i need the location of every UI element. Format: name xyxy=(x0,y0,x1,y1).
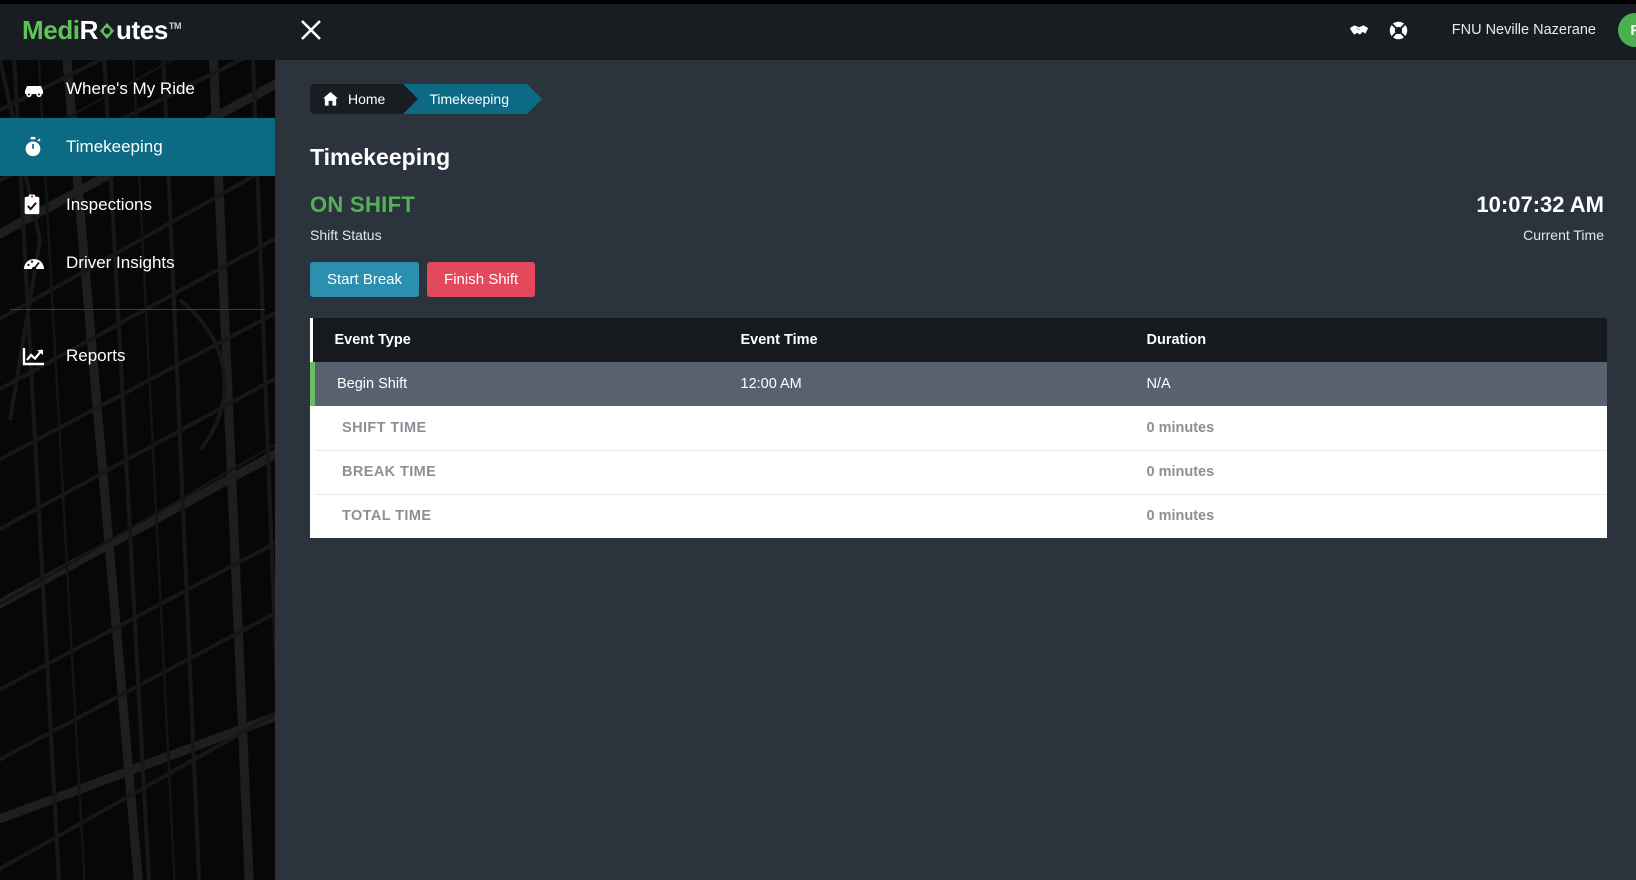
brand-text: MediR utesTM xyxy=(22,14,182,46)
breadcrumb-home-label: Home xyxy=(348,91,386,107)
column-header-event-time: Event Time xyxy=(740,318,1147,362)
sidebar-item-label: Reports xyxy=(66,346,126,365)
table-row: TOTAL TIME 0 minutes xyxy=(312,493,1607,538)
cell-summary-time xyxy=(741,406,1147,450)
gauge-icon xyxy=(22,252,56,274)
breadcrumb-item-home[interactable]: Home xyxy=(310,84,419,114)
cell-summary-label: TOTAL TIME xyxy=(312,493,741,538)
home-icon xyxy=(322,91,339,107)
brand-r-text: R xyxy=(79,14,99,45)
brand-trademark: TM xyxy=(168,20,182,31)
shift-status-label: Shift Status xyxy=(310,227,382,243)
brand-diamond-o-icon xyxy=(98,15,116,46)
cell-summary-label: BREAK TIME xyxy=(312,449,741,494)
current-time-value: 10:07:32 AM xyxy=(1476,192,1604,217)
table-header-row: Event Type Event Time Duration xyxy=(312,318,1607,362)
sidebar-item-label: Driver Insights xyxy=(66,253,175,272)
clipboard-check-icon xyxy=(22,194,56,216)
user-name: FNU Neville Nazerane xyxy=(1451,22,1596,38)
top-bar: MediR utesTM FNU Neville Nazerane F xyxy=(0,0,1636,60)
sidebar-item-inspections[interactable]: Inspections xyxy=(0,176,275,234)
cell-summary-duration: 0 minutes xyxy=(1146,493,1607,538)
cell-summary-duration: 0 minutes xyxy=(1146,419,1215,436)
lifering-help-icon xyxy=(1390,21,1408,39)
sidebar-item-wheres-my-ride[interactable]: Where's My Ride xyxy=(0,60,275,118)
sidebar-divider xyxy=(10,309,265,310)
app-root: MediR utesTM FNU Neville Nazerane F Wher… xyxy=(0,0,1636,880)
cell-summary-label: SHIFT TIME xyxy=(342,419,427,436)
avatar[interactable]: F xyxy=(1618,13,1636,47)
shift-status-block: ON SHIFT Shift Status xyxy=(310,192,415,243)
sidebar-item-label: Timekeeping xyxy=(66,137,163,156)
start-break-button[interactable]: Start Break xyxy=(310,262,420,297)
close-icon xyxy=(301,20,321,40)
sidebar-item-driver-insights[interactable]: Driver Insights xyxy=(0,234,275,292)
brand-medi-text: Medi xyxy=(22,14,80,45)
table-header: Event Type Event Time Duration xyxy=(312,318,1607,362)
table-row[interactable]: Begin Shift 12:00 AM N/A xyxy=(310,362,1607,406)
handshake-icon xyxy=(1349,25,1368,35)
help-button[interactable] xyxy=(1382,13,1416,47)
chart-line-icon xyxy=(22,346,56,366)
sidebar-item-reports[interactable]: Reports xyxy=(0,327,275,385)
breadcrumb-item-timekeeping[interactable]: Timekeeping xyxy=(403,84,542,114)
main-content: Home Timekeeping Timekeeping ON SHIFT Sh… xyxy=(275,60,1636,880)
sidebar: Where's My Ride Timekeeping Inspections … xyxy=(0,60,275,880)
car-icon xyxy=(22,79,56,99)
shift-status-value: ON SHIFT xyxy=(310,192,416,217)
sidebar-item-timekeeping[interactable]: Timekeeping xyxy=(0,118,275,176)
status-row: ON SHIFT Shift Status 10:07:32 AM Curren… xyxy=(310,192,1604,243)
close-button[interactable] xyxy=(289,8,333,52)
topbar-top-strip xyxy=(0,0,1636,4)
breadcrumb: Home Timekeeping xyxy=(310,84,542,114)
brand-utes-text: utes xyxy=(116,14,168,45)
cell-event-type: Begin Shift xyxy=(310,362,741,406)
action-buttons: Start Break Finish Shift xyxy=(310,262,1604,297)
sidebar-item-label: Inspections xyxy=(66,195,152,214)
table-row: SHIFT TIME 0 minutes xyxy=(312,406,1607,450)
handshake-button[interactable] xyxy=(1342,13,1376,47)
cell-summary-duration: 0 minutes xyxy=(1146,449,1607,494)
brand-logo[interactable]: MediR utesTM xyxy=(0,0,275,60)
current-time-block: 10:07:32 AM Current Time xyxy=(1476,192,1604,243)
finish-shift-button[interactable]: Finish Shift xyxy=(427,262,536,297)
column-header-duration: Duration xyxy=(1146,318,1607,362)
cell-summary-time xyxy=(740,449,1147,494)
timekeeping-table: Event Type Event Time Duration Begin Shi… xyxy=(310,318,1607,538)
sidebar-item-label: Where's My Ride xyxy=(66,79,195,98)
page-title: Timekeeping xyxy=(310,144,451,170)
cell-event-time: 12:00 AM xyxy=(740,376,802,392)
column-header-event-type: Event Type xyxy=(312,318,741,362)
table-body: Begin Shift 12:00 AM N/A SHIFT TIME 0 mi… xyxy=(310,362,1607,538)
table-row: BREAK TIME 0 minutes xyxy=(312,449,1607,494)
current-time-label: Current Time xyxy=(1523,227,1604,243)
topbar-right-group: FNU Neville Nazerane F xyxy=(1342,0,1636,60)
stopwatch-icon xyxy=(22,136,56,158)
cell-summary-time xyxy=(740,493,1147,538)
breadcrumb-current-label: Timekeeping xyxy=(429,91,509,107)
cell-duration: N/A xyxy=(1146,376,1171,392)
